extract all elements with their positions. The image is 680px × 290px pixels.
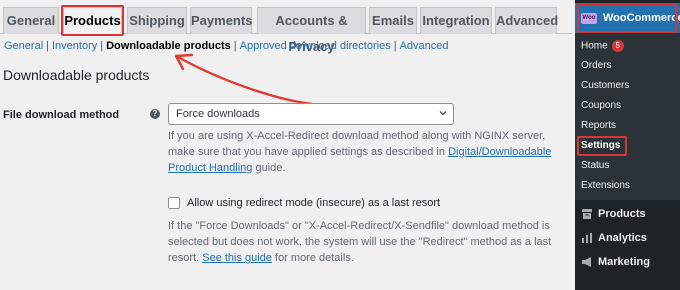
tab-accounts-privacy[interactable]: Accounts & Privacy [257, 7, 366, 54]
tab-integration[interactable]: Integration [420, 7, 492, 34]
woocommerce-menu-title: WooCommerce [603, 12, 680, 24]
section-subnav: General | Inventory | Downloadable products |… [4, 40, 449, 53]
woocommerce-submenu: Home 5 Orders Customers Coupons Reports S… [575, 33, 680, 200]
bar-chart-icon [582, 233, 592, 243]
redirect-fallback-label[interactable]: Allow using redirect mode (insecure) as … [187, 197, 440, 210]
submenu-home[interactable]: Home 5 [581, 40, 624, 53]
woocommerce-logo-icon: Woo [581, 13, 597, 24]
download-method-value: Force downloads [176, 108, 260, 120]
download-method-description: If you are using X-Accel-Redirect downlo… [168, 128, 568, 176]
subnav-separator: | [393, 40, 397, 52]
subnav-general[interactable]: General [4, 40, 43, 52]
submenu-status[interactable]: Status [581, 160, 609, 172]
woocommerce-menu-header[interactable]: Woo WooCommerce [575, 3, 680, 33]
download-method-select[interactable]: Force downloads [168, 103, 454, 125]
admin-sidebar: Woo WooCommerce Home 5 Orders Customers C… [575, 0, 680, 290]
archive-icon [582, 209, 592, 219]
tab-emails[interactable]: Emails [369, 7, 417, 34]
submenu-coupons[interactable]: Coupons [581, 100, 621, 112]
menu-marketing[interactable]: Marketing [575, 250, 680, 274]
redirect-fallback-description: If the "Force Downloads" or "X-Accel-Red… [168, 218, 568, 266]
settings-tabs: General Products Shipping Payments Accou… [0, 0, 572, 54]
menu-products-label: Products [598, 208, 646, 220]
tab-shipping[interactable]: Shipping [127, 7, 187, 34]
tab-general[interactable]: General [3, 7, 59, 34]
section-title: Downloadable products [3, 67, 150, 83]
tab-advanced[interactable]: Advanced [495, 7, 558, 34]
description-text: for more details. [271, 252, 354, 264]
help-icon[interactable]: ? [150, 109, 160, 119]
description-text: guide. [252, 162, 286, 174]
submenu-extensions[interactable]: Extensions [581, 180, 630, 192]
submenu-customers[interactable]: Customers [581, 80, 629, 92]
chevron-down-icon [439, 111, 447, 116]
menu-analytics-label: Analytics [598, 232, 647, 244]
submenu-orders[interactable]: Orders [581, 60, 612, 72]
download-method-label: File download method [3, 109, 120, 121]
subnav-downloadable-products[interactable]: Downloadable products [106, 40, 231, 52]
megaphone-icon [582, 257, 591, 267]
see-guide-link[interactable]: See this guide [202, 252, 272, 264]
submenu-settings[interactable]: Settings [581, 140, 620, 152]
subnav-separator: | [233, 40, 237, 52]
submenu-reports[interactable]: Reports [581, 120, 616, 132]
redirect-fallback-checkbox[interactable] [168, 197, 180, 209]
subnav-separator: | [46, 40, 49, 52]
menu-analytics[interactable]: Analytics [575, 226, 680, 250]
notification-badge: 5 [611, 40, 624, 52]
subnav-advanced[interactable]: Advanced [400, 40, 449, 52]
subnav-approved-directories[interactable]: Approved download directories [240, 40, 391, 52]
menu-marketing-label: Marketing [598, 256, 650, 268]
tab-products[interactable]: Products [63, 7, 122, 35]
subnav-separator: | [100, 40, 104, 52]
submenu-home-label: Home [581, 40, 608, 52]
subnav-inventory[interactable]: Inventory [52, 40, 97, 52]
tab-payments[interactable]: Payments [190, 7, 252, 34]
menu-products[interactable]: Products [575, 202, 680, 226]
